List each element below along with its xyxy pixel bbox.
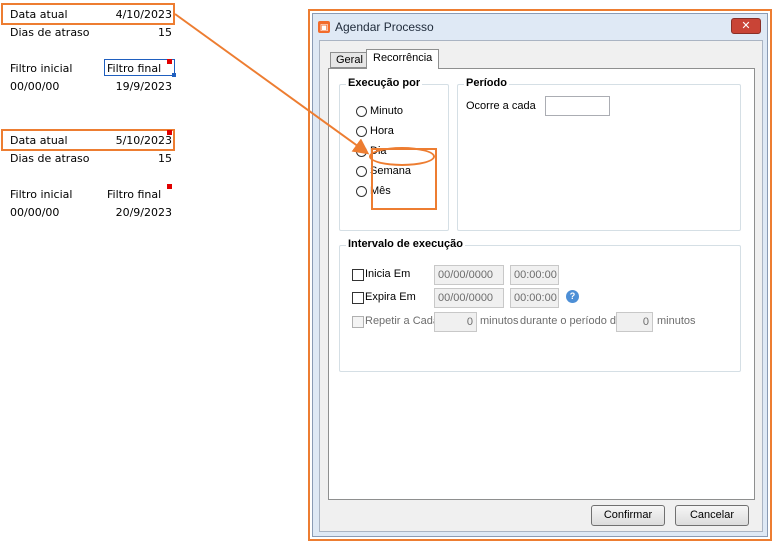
agendar-processo-dialog: ▣ Agendar Processo ✕ Geral Recorrência E… [312, 13, 768, 537]
radio-label: Hora [370, 125, 394, 137]
title-bar[interactable]: ▣ Agendar Processo ✕ [313, 14, 767, 40]
dias-atraso-value-1[interactable]: 15 [100, 26, 172, 39]
inicia-em-checkbox[interactable] [352, 269, 364, 281]
repetir-a-cada-label: Repetir a Cada [365, 315, 439, 327]
comment-indicator-icon [167, 184, 172, 189]
filtro-final-value-2[interactable]: 20/9/2023 [100, 206, 172, 219]
ocorre-a-cada-label: Ocorre a cada [466, 100, 536, 112]
comment-indicator-icon [167, 59, 172, 64]
execucao-por-title: Execução por [346, 77, 423, 89]
radio-hora[interactable]: Hora [356, 124, 394, 138]
data-atual-value-2[interactable]: 5/10/2023 [100, 134, 172, 147]
dialog-client-area: Geral Recorrência Execução por Minuto Ho… [319, 40, 763, 532]
dia-option-highlight [369, 147, 435, 166]
inicia-em-date-input[interactable]: 00/00/0000 [434, 265, 504, 285]
periodo-title: Período [464, 77, 509, 89]
data-atual-label-1: Data atual [10, 8, 68, 21]
radio-minuto[interactable]: Minuto [356, 104, 403, 118]
data-atual-value-1[interactable]: 4/10/2023 [100, 8, 172, 21]
tab-recorrencia[interactable]: Recorrência [366, 49, 440, 69]
filtro-inicial-label-2: Filtro inicial [10, 188, 73, 201]
inicia-em-label: Inicia Em [365, 268, 411, 280]
durante-periodo-label: durante o período de [520, 315, 623, 327]
dias-atraso-value-2[interactable]: 15 [100, 152, 172, 165]
expira-em-checkbox[interactable] [352, 292, 364, 304]
expira-em-date-input[interactable]: 00/00/0000 [434, 288, 504, 308]
tab-geral[interactable]: Geral [330, 52, 369, 68]
dialog-title: Agendar Processo [335, 20, 434, 34]
radio-circle-icon[interactable] [356, 145, 367, 157]
radio-circle-icon[interactable] [356, 105, 367, 117]
inicia-em-time-input[interactable]: 00:00:00 [510, 265, 559, 285]
cancelar-button[interactable]: Cancelar [675, 505, 749, 526]
radio-circle-icon[interactable] [356, 165, 367, 177]
minutos-label: minutos [480, 315, 519, 327]
intervalo-execucao-title: Intervalo de execução [346, 238, 465, 250]
data-atual-label-2: Data atual [10, 134, 68, 147]
filtro-inicial-value-1[interactable]: 00/00/00 [10, 80, 59, 93]
filtro-final-value-1[interactable]: 19/9/2023 [100, 80, 172, 93]
periodo-group: Período Ocorre a cada [457, 77, 741, 231]
comment-indicator-icon [167, 130, 172, 135]
minutos-label-2: minutos [657, 315, 696, 327]
radio-circle-icon[interactable] [356, 125, 367, 137]
fill-handle[interactable] [172, 73, 176, 77]
dias-atraso-label-1: Dias de atraso [10, 26, 90, 39]
repetir-a-cada-input[interactable]: 0 [434, 312, 477, 332]
filtro-inicial-value-2[interactable]: 00/00/00 [10, 206, 59, 219]
repetir-a-cada-checkbox[interactable] [352, 316, 364, 328]
expira-em-time-input[interactable]: 00:00:00 [510, 288, 559, 308]
filtro-inicial-label-1: Filtro inicial [10, 62, 73, 75]
filtro-final-label-2: Filtro final [107, 188, 162, 201]
filtro-final-label-1: Filtro final [107, 62, 162, 75]
periodo-minutos-input[interactable]: 0 [616, 312, 653, 332]
recorrencia-panel: Execução por Minuto Hora Dia Semana Mês … [328, 68, 755, 500]
radio-label: Minuto [370, 105, 404, 117]
help-icon[interactable]: ? [566, 290, 579, 303]
expira-em-label: Expira Em [365, 291, 416, 303]
close-button[interactable]: ✕ [731, 18, 761, 34]
confirmar-button[interactable]: Confirmar [591, 505, 665, 526]
radio-circle-icon[interactable] [356, 185, 367, 197]
intervalo-execucao-group: Intervalo de execução Inicia Em 00/00/00… [339, 238, 741, 372]
ocorre-a-cada-input[interactable] [545, 96, 610, 116]
app-icon: ▣ [318, 21, 330, 33]
dias-atraso-label-2: Dias de atraso [10, 152, 90, 165]
